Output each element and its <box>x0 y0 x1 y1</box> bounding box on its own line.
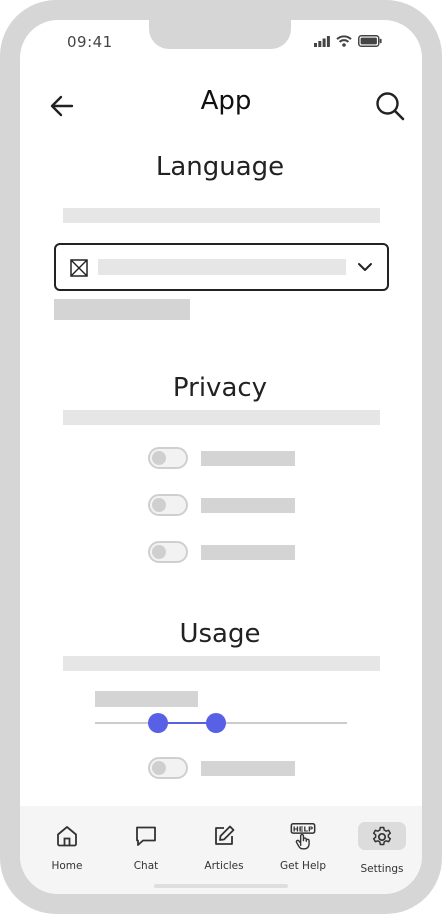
language-select[interactable] <box>54 243 389 291</box>
toggle-knob <box>152 545 166 559</box>
privacy-option-3-label-placeholder <box>201 545 295 560</box>
battery-icon <box>358 35 382 47</box>
app-title: App <box>200 86 252 116</box>
toggle-knob <box>152 761 166 775</box>
tab-settings-label: Settings <box>360 863 404 875</box>
screen: 09:41 App Language Privacy Usage Home Ch… <box>20 20 422 894</box>
privacy-toggle-1[interactable] <box>148 447 188 469</box>
tab-home[interactable]: Home <box>32 806 102 894</box>
chevron-down-icon <box>358 263 372 271</box>
home-icon <box>57 826 77 847</box>
privacy-option-1-label-placeholder <box>201 451 295 466</box>
language-select-value-placeholder <box>98 259 346 275</box>
tab-get-help[interactable]: HELP Get Help <box>268 806 338 894</box>
language-section-title: Language <box>155 152 285 182</box>
usage-option-label-placeholder <box>201 761 295 776</box>
privacy-description-placeholder <box>63 410 380 425</box>
language-helper-placeholder <box>54 299 190 320</box>
tab-get-help-label: Get Help <box>280 860 326 872</box>
toggle-knob <box>152 451 166 465</box>
svg-text:HELP: HELP <box>293 825 313 833</box>
usage-description-placeholder <box>63 656 380 671</box>
home-indicator <box>154 884 288 888</box>
tab-articles-label: Articles <box>204 860 244 872</box>
chat-icon <box>136 826 156 846</box>
privacy-toggle-3[interactable] <box>148 541 188 563</box>
usage-slider-thumb-low[interactable] <box>148 713 168 733</box>
gear-icon <box>372 826 392 846</box>
wifi-icon <box>336 35 352 47</box>
privacy-toggle-2[interactable] <box>148 494 188 516</box>
edit-icon <box>215 825 235 845</box>
search-icon[interactable] <box>374 90 406 122</box>
help-icon: HELP <box>290 822 316 850</box>
tab-chat-label: Chat <box>133 860 159 872</box>
notch <box>149 20 291 49</box>
toggle-knob <box>152 498 166 512</box>
status-time: 09:41 <box>67 33 113 51</box>
privacy-section-title: Privacy <box>172 373 268 403</box>
tab-bar: Home Chat Articles HELP Get Help Setting… <box>20 806 422 894</box>
tab-articles[interactable]: Articles <box>189 806 259 894</box>
flag-placeholder-icon <box>70 259 88 277</box>
usage-toggle[interactable] <box>148 757 188 779</box>
tab-settings[interactable]: Settings <box>347 806 417 894</box>
tab-chat[interactable]: Chat <box>111 806 181 894</box>
status-icons <box>314 35 382 47</box>
language-description-placeholder <box>63 208 380 223</box>
phone-frame: 09:41 App Language Privacy Usage Home Ch… <box>0 0 442 914</box>
usage-section-title: Usage <box>179 619 261 649</box>
tab-home-label: Home <box>51 860 83 872</box>
usage-slider-label-placeholder <box>95 691 198 707</box>
usage-slider-thumb-high[interactable] <box>205 713 226 733</box>
signal-icon <box>314 35 330 47</box>
privacy-option-2-label-placeholder <box>201 498 295 513</box>
